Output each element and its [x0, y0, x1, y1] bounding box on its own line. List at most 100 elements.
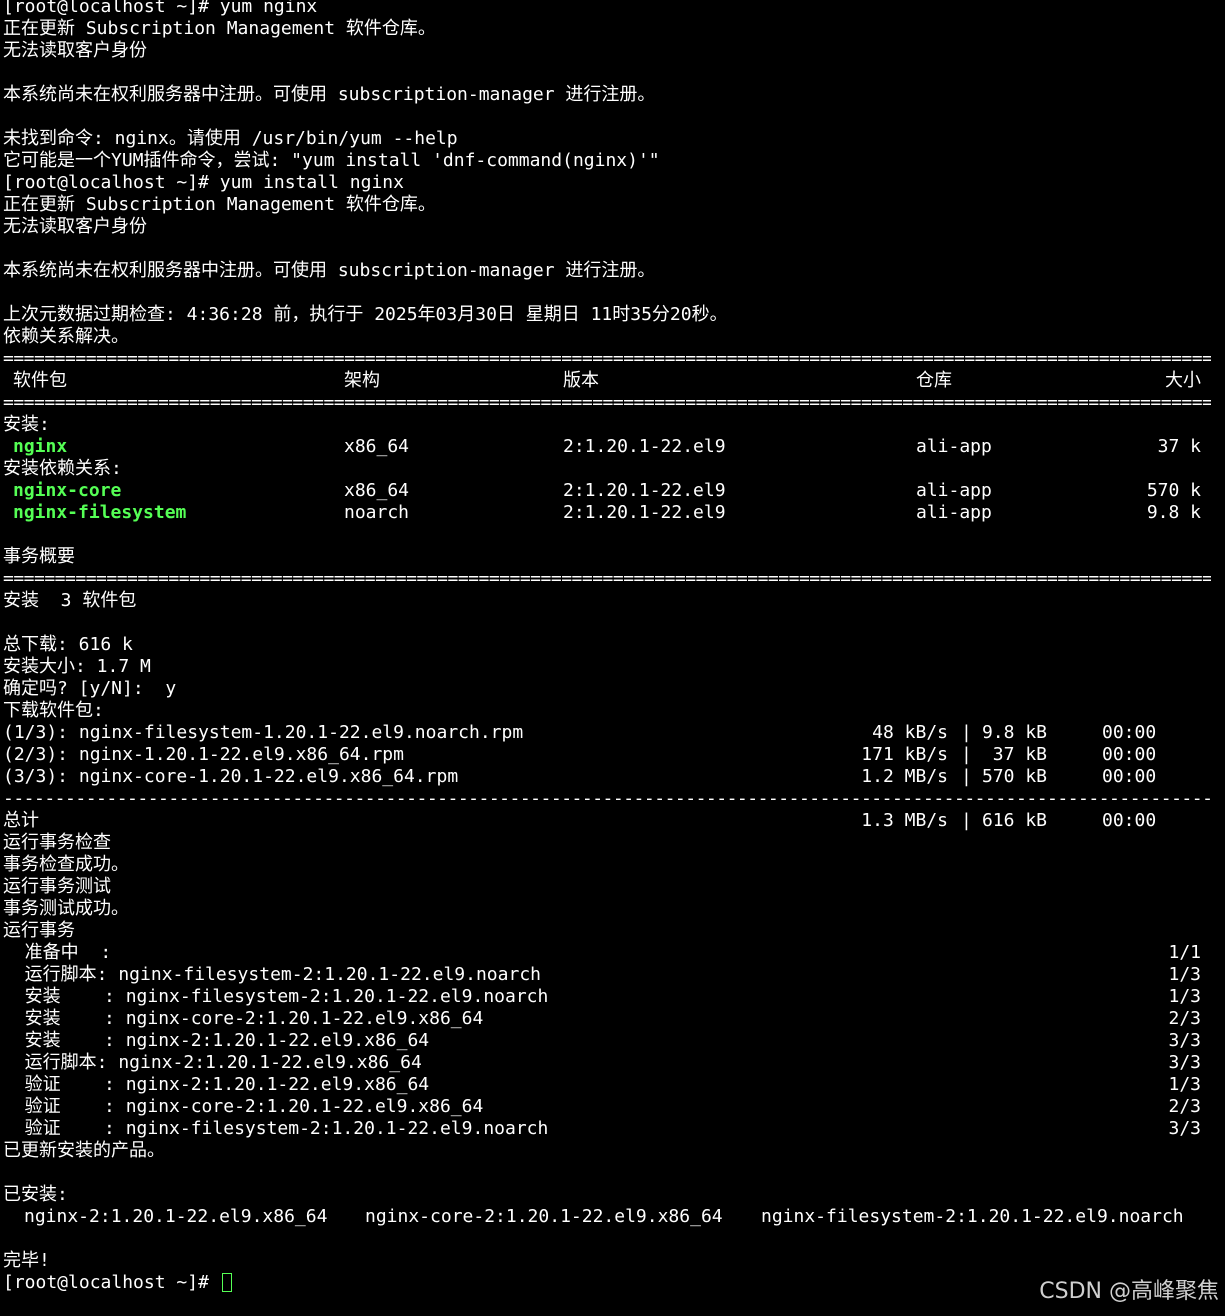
download-separator: |	[961, 766, 972, 787]
terminal-line: 上次元数据过期检查: 4:36:28 前，执行于 2025年03月30日 星期日…	[3, 304, 728, 325]
step-text: 运行脚本: nginx-2:1.20.1-22.el9.x86_64	[3, 1052, 422, 1073]
text-cursor[interactable]	[221, 1273, 232, 1292]
download-label: (1/3): nginx-filesystem-1.20.1-22.el9.no…	[3, 722, 524, 743]
package-repo: ali-app	[916, 502, 992, 523]
step-text: 安装 : nginx-filesystem-2:1.20.1-22.el9.no…	[3, 986, 549, 1007]
package-size: 570 k	[1146, 480, 1201, 501]
transaction-step: 安装 : nginx-filesystem-2:1.20.1-22.el9.no…	[3, 986, 1225, 1008]
terminal-line: 本系统尚未在权利服务器中注册。可使用 subscription-manager …	[3, 84, 656, 105]
downloading-label: 下载软件包:	[3, 700, 104, 721]
transaction-step: 验证 : nginx-core-2:1.20.1-22.el9.x86_64 2…	[3, 1096, 1225, 1118]
updated-line: 已更新安装的产品。	[3, 1140, 165, 1161]
download-time: 00:00	[1102, 744, 1157, 765]
summary-title: 事务概要	[3, 546, 75, 567]
transaction-step: 验证 : nginx-2:1.20.1-22.el9.x86_64 1/3	[3, 1074, 1225, 1096]
transaction-step: 运行脚本: nginx-filesystem-2:1.20.1-22.el9.n…	[3, 964, 1225, 986]
step-text: 验证 : nginx-core-2:1.20.1-22.el9.x86_64	[3, 1096, 484, 1117]
done-line: 完毕!	[3, 1250, 50, 1271]
package-repo: ali-app	[916, 436, 992, 457]
terminal-line: 正在更新 Subscription Management 软件仓库。	[3, 194, 436, 215]
step-count: 3/3	[1168, 1052, 1201, 1073]
total-size: 616 kB	[981, 810, 1047, 831]
package-size: 37 k	[1157, 436, 1201, 457]
terminal-line: 依赖关系解决。	[3, 326, 129, 347]
package-name: nginx-filesystem	[13, 502, 187, 523]
header-size: 大小	[1165, 370, 1201, 391]
package-name: nginx-core	[13, 480, 122, 501]
package-repo: ali-app	[916, 480, 992, 501]
installed-item: nginx-filesystem-2:1.20.1-22.el9.noarch	[761, 1206, 1184, 1227]
package-row: nginx-core x86_64 2:1.20.1-22.el9 ali-ap…	[3, 480, 1225, 502]
package-table-header: 软件包 架构 版本 仓库 大小	[3, 370, 1225, 392]
package-version: 2:1.20.1-22.el9	[563, 436, 726, 457]
total-row: 总计 1.3 MB/s | 616 kB 00:00	[3, 810, 1225, 832]
separator-double: ========================================…	[3, 568, 1225, 590]
installed-item: nginx-core-2:1.20.1-22.el9.x86_64	[365, 1206, 723, 1227]
package-version: 2:1.20.1-22.el9	[563, 480, 726, 501]
step-text: 安装 : nginx-core-2:1.20.1-22.el9.x86_64	[3, 1008, 484, 1029]
header-version: 版本	[563, 370, 599, 391]
step-count: 3/3	[1168, 1030, 1201, 1051]
step-text: 运行脚本: nginx-filesystem-2:1.20.1-22.el9.n…	[3, 964, 541, 985]
download-time: 00:00	[1102, 722, 1157, 743]
step-count: 2/3	[1168, 1008, 1201, 1029]
package-size: 9.8 k	[1146, 502, 1201, 523]
installed-item: nginx-2:1.20.1-22.el9.x86_64	[24, 1206, 328, 1227]
separator-text: ========================================…	[3, 392, 1211, 413]
download-label: (2/3): nginx-1.20.1-22.el9.x86_64.rpm	[3, 744, 404, 765]
dep-section-label: 安装依赖关系:	[3, 458, 122, 479]
confirm-prompt: 确定吗? [y/N]: y	[3, 678, 177, 699]
step-count: 1/1	[1168, 942, 1201, 963]
package-arch: noarch	[344, 502, 410, 523]
separator-single: ----------------------------------------…	[3, 788, 1225, 810]
package-version: 2:1.20.1-22.el9	[563, 502, 726, 523]
download-size: 9.8 kB	[981, 722, 1047, 743]
transaction-line: 事务测试成功。	[3, 898, 129, 919]
separator-text: ========================================…	[3, 568, 1211, 589]
installed-list: nginx-2:1.20.1-22.el9.x86_64 nginx-core-…	[3, 1206, 1225, 1228]
download-size: 570 kB	[981, 766, 1047, 787]
download-label: (3/3): nginx-core-1.20.1-22.el9.x86_64.r…	[3, 766, 459, 787]
terminal-line: [root@localhost ~]# yum nginx	[3, 0, 318, 17]
terminal-window[interactable]: [root@localhost ~]# yum nginx 正在更新 Subsc…	[3, 0, 1225, 1294]
package-row: nginx x86_64 2:1.20.1-22.el9 ali-app 37 …	[3, 436, 1225, 458]
download-speed: 48 kB/s	[872, 722, 948, 743]
watermark: CSDN @高峰聚焦	[1039, 1279, 1219, 1304]
transaction-step: 安装 : nginx-core-2:1.20.1-22.el9.x86_64 2…	[3, 1008, 1225, 1030]
download-separator: |	[961, 722, 972, 743]
download-size: 37 kB	[981, 744, 1047, 765]
transaction-line: 运行事务检查	[3, 832, 111, 853]
terminal-line: 无法读取客户身份	[3, 216, 147, 237]
separator-text: ----------------------------------------…	[3, 788, 1211, 809]
transaction-step: 运行脚本: nginx-2:1.20.1-22.el9.x86_64 3/3	[3, 1052, 1225, 1074]
step-text: 准备中 :	[3, 942, 112, 963]
header-package: 软件包	[13, 370, 67, 391]
step-count: 1/3	[1168, 986, 1201, 1007]
download-row: (1/3): nginx-filesystem-1.20.1-22.el9.no…	[3, 722, 1225, 744]
download-speed: 171 kB/s	[861, 744, 948, 765]
step-count: 1/3	[1168, 964, 1201, 985]
installed-title: 已安装:	[3, 1184, 68, 1205]
total-label: 总计	[3, 810, 39, 831]
transaction-step: 准备中 : 1/1	[3, 942, 1225, 964]
step-count: 1/3	[1168, 1074, 1201, 1095]
transaction-line: 运行事务测试	[3, 876, 111, 897]
package-row: nginx-filesystem noarch 2:1.20.1-22.el9 …	[3, 502, 1225, 524]
step-text: 安装 : nginx-2:1.20.1-22.el9.x86_64	[3, 1030, 430, 1051]
transaction-line: 运行事务	[3, 920, 75, 941]
terminal-line: 无法读取客户身份	[3, 40, 147, 61]
separator-double: ========================================…	[3, 392, 1225, 414]
install-size: 安装大小: 1.7 M	[3, 656, 151, 677]
summary-line: 安装 3 软件包	[3, 590, 137, 611]
separator-text: ========================================…	[3, 348, 1211, 369]
total-speed: 1.3 MB/s	[861, 810, 948, 831]
install-section-label: 安装:	[3, 414, 50, 435]
transaction-line: 事务检查成功。	[3, 854, 129, 875]
